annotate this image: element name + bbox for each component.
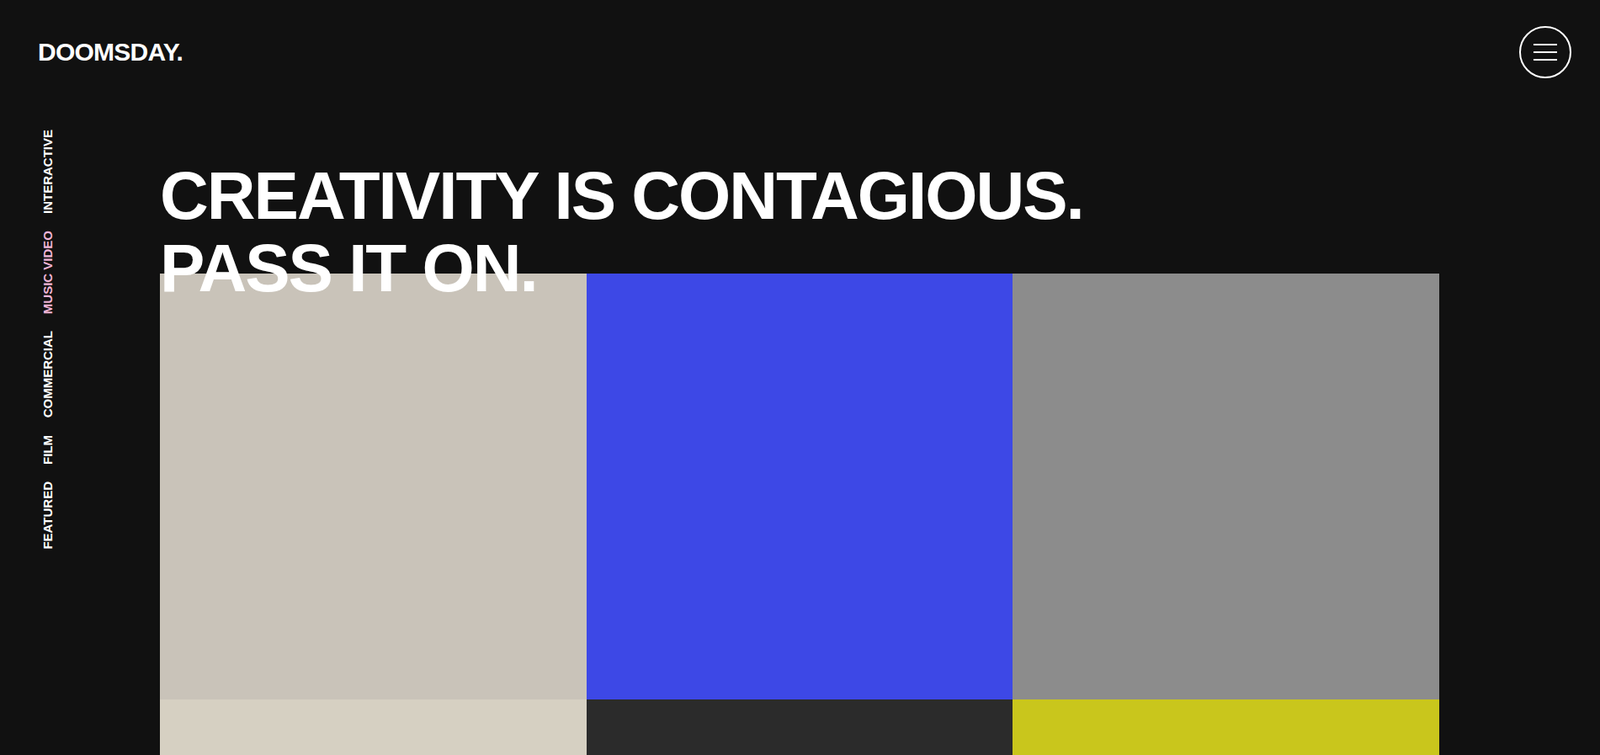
hamburger-line-icon bbox=[1533, 43, 1558, 46]
content: CREATIVITY IS CONTAGIOUS.PASS IT ON. bbox=[159, 104, 1440, 755]
nav-item[interactable]: COMMERCIAL bbox=[39, 330, 57, 418]
logo[interactable]: DOOMSDAY. bbox=[37, 37, 183, 68]
project-tile[interactable] bbox=[159, 699, 587, 755]
project-tile[interactable] bbox=[1012, 699, 1440, 755]
nav-item[interactable]: FEATURED bbox=[39, 481, 57, 550]
nav-item[interactable]: INTERACTIVE bbox=[39, 129, 57, 214]
page: DOOMSDAY. INTERACTIVE MUSIC VIDEO COMMERCIA… bbox=[0, 0, 1600, 755]
header: DOOMSDAY. bbox=[0, 0, 1600, 105]
project-tile[interactable] bbox=[159, 273, 587, 700]
project-grid bbox=[159, 273, 1440, 755]
main: INTERACTIVE MUSIC VIDEO COMMERCIAL FILM FEAT… bbox=[0, 104, 1600, 755]
hamburger-line-icon bbox=[1533, 58, 1558, 61]
project-tile[interactable] bbox=[586, 699, 1014, 755]
project-tile[interactable] bbox=[1012, 273, 1440, 700]
nav-item[interactable]: MUSIC VIDEO bbox=[39, 230, 57, 314]
hamburger-line-icon bbox=[1533, 51, 1558, 54]
hero-heading: CREATIVITY IS CONTAGIOUS.PASS IT ON. bbox=[159, 104, 1440, 305]
category-nav: INTERACTIVE MUSIC VIDEO COMMERCIAL FILM FEAT… bbox=[0, 104, 160, 755]
nav-item[interactable]: FILM bbox=[39, 435, 57, 465]
menu-button[interactable] bbox=[1519, 26, 1572, 79]
project-tile[interactable] bbox=[586, 273, 1014, 700]
